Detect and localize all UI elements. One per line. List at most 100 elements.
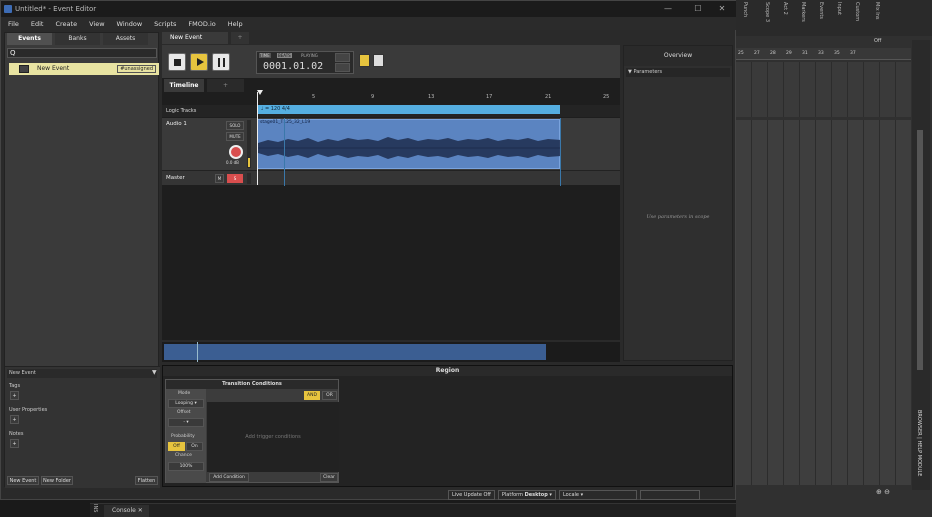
event-editor-window: Untitled* - Event Editor — ☐ ✕ File Edit… xyxy=(0,0,738,500)
list-view-icon[interactable] xyxy=(359,54,370,67)
track-meter xyxy=(247,120,251,168)
probability-on-button[interactable]: On xyxy=(186,442,203,451)
waveform xyxy=(258,137,561,159)
menu-scripts[interactable]: Scripts xyxy=(154,20,176,28)
position-readout: 0001.01.02 xyxy=(263,61,324,72)
daw-track-name[interactable]: Act 2 xyxy=(782,2,788,15)
collapse-arrow-icon[interactable]: ▼ xyxy=(152,369,157,376)
daw-track-name[interactable]: Mix Ins xyxy=(874,2,880,20)
counter-down-button[interactable] xyxy=(335,63,350,72)
add-condition-button[interactable]: Add Condition xyxy=(209,473,249,482)
daw-ruler[interactable]: 25 27 28 29 31 33 35 37 xyxy=(736,48,911,60)
counter-up-button[interactable] xyxy=(335,53,350,62)
close-icon[interactable]: ✕ xyxy=(138,507,143,514)
daw-track-name[interactable]: Custom xyxy=(854,2,860,21)
user-properties-add-button[interactable]: + xyxy=(10,415,19,424)
tags-add-button[interactable]: + xyxy=(10,391,19,400)
status-bar: Live Update Off Platform Desktop ▾ Local… xyxy=(448,490,738,500)
console-label: Console xyxy=(112,507,136,514)
region-panel: Region Transition Conditions Mode Loopin… xyxy=(162,365,733,487)
timeline-ruler[interactable]: 5 9 13 17 21 25 xyxy=(257,90,620,102)
transport-bar: TIME BEATS PLAYING 0001.01.02 xyxy=(162,45,620,78)
grid-view-icon[interactable] xyxy=(373,54,384,67)
tab-banks[interactable]: Banks xyxy=(55,33,100,45)
tab-events[interactable]: Events xyxy=(7,33,52,45)
probability-label: Probability xyxy=(171,434,195,439)
tab-new-event[interactable]: New Event xyxy=(162,32,228,44)
add-parameter-tab-button[interactable]: + xyxy=(207,79,244,92)
probability-off-button[interactable]: Off xyxy=(168,442,185,451)
event-list-item[interactable]: New Event #unassigned xyxy=(9,63,159,75)
platform-dropdown[interactable]: Platform Desktop ▾ xyxy=(497,490,556,500)
menu-bar: File Edit Create View Window Scripts FMO… xyxy=(1,17,737,30)
new-event-button[interactable]: New Event xyxy=(7,476,39,485)
event-icon xyxy=(19,65,29,73)
beats-mode-button[interactable]: BEATS xyxy=(277,53,292,58)
menu-view[interactable]: View xyxy=(89,20,104,28)
new-folder-button[interactable]: New Folder xyxy=(41,476,73,485)
notes-add-button[interactable]: + xyxy=(10,439,19,448)
daw-arrange-upper[interactable] xyxy=(736,62,911,117)
daw-off-label[interactable]: Off xyxy=(874,38,881,44)
mode-dropdown[interactable]: Looping ▾ xyxy=(168,399,204,408)
window-title: Untitled* - Event Editor xyxy=(15,5,97,13)
loop-end-line xyxy=(560,118,561,186)
daw-ruler-tick: 35 xyxy=(834,51,840,56)
browser-help-tab[interactable]: BROWSER | HELP MODULE xyxy=(916,410,922,476)
daw-track-name[interactable]: Punch xyxy=(742,2,748,17)
offset-dropdown[interactable]: - ▾ xyxy=(168,418,204,427)
daw-arrange-lower[interactable] xyxy=(736,120,911,485)
parameters-label: Parameters xyxy=(633,69,663,75)
mode-value: Looping xyxy=(175,401,194,406)
clear-button[interactable]: Clear xyxy=(320,473,338,482)
flatten-button[interactable]: Flatten xyxy=(135,476,158,485)
trigger-conditions-area[interactable]: Add trigger conditions xyxy=(207,402,339,472)
mode-label: Mode xyxy=(178,391,191,396)
timeline-overview-strip[interactable] xyxy=(162,342,620,362)
clip-name: stage01_T125_32_L19 xyxy=(260,120,311,125)
daw-track-name[interactable]: Markers xyxy=(800,2,806,22)
parameters-header[interactable]: ▼ Parameters xyxy=(626,68,730,77)
close-button[interactable]: ✕ xyxy=(707,1,737,17)
ruler-tick: 9 xyxy=(371,94,375,100)
menu-create[interactable]: Create xyxy=(55,20,77,28)
pause-button[interactable] xyxy=(212,53,230,71)
tab-timeline[interactable]: Timeline xyxy=(164,79,204,92)
tempo-marker[interactable]: ♩ = 120 4/4 xyxy=(257,105,560,114)
solo-button[interactable]: SOLO xyxy=(226,121,244,130)
tab-assets[interactable]: Assets xyxy=(103,33,148,45)
daw-track-name[interactable]: Input xyxy=(836,2,842,15)
search-input[interactable]: Q xyxy=(7,48,157,58)
stop-button[interactable] xyxy=(168,53,186,71)
minimize-button[interactable]: — xyxy=(653,1,683,17)
daw-track-name[interactable]: Scope 3 xyxy=(764,2,770,22)
add-event-tab-button[interactable]: + xyxy=(231,32,249,44)
live-update-button[interactable]: Live Update Off xyxy=(448,490,495,500)
console-bar: INS Console ✕ xyxy=(90,503,736,517)
daw-ruler-tick: 27 xyxy=(754,51,760,56)
daw-scrollbar[interactable] xyxy=(917,130,923,370)
daw-track-name[interactable]: Events xyxy=(818,2,824,19)
master-track[interactable]: Master M S xyxy=(162,170,620,185)
chance-input[interactable]: 100% xyxy=(168,462,204,471)
menu-window[interactable]: Window xyxy=(117,20,143,28)
master-mute-button[interactable]: M xyxy=(215,174,224,183)
menu-edit[interactable]: Edit xyxy=(31,20,44,28)
time-mode-button[interactable]: TIME xyxy=(259,53,271,58)
overview-title: Overview xyxy=(624,46,732,66)
or-button[interactable]: OR xyxy=(322,391,337,400)
locale-dropdown[interactable]: Locale ▾ xyxy=(558,490,637,500)
play-button[interactable] xyxy=(190,53,208,71)
zoom-icon[interactable]: ⊕ ⊖ xyxy=(876,488,890,496)
mute-button[interactable]: MUTE xyxy=(226,132,244,141)
menu-help[interactable]: Help xyxy=(228,20,243,28)
console-tab[interactable]: Console ✕ xyxy=(104,505,149,517)
master-solo-button[interactable]: S xyxy=(227,174,243,183)
menu-file[interactable]: File xyxy=(8,20,19,28)
and-button[interactable]: AND xyxy=(304,391,320,400)
daw-ruler-tick: 33 xyxy=(818,51,824,56)
audio-clip[interactable]: stage01_T125_32_L19 xyxy=(257,119,561,169)
volume-knob[interactable] xyxy=(229,145,243,159)
unassigned-badge: #unassigned xyxy=(117,65,156,73)
menu-fmodio[interactable]: FMOD.io xyxy=(188,20,215,28)
